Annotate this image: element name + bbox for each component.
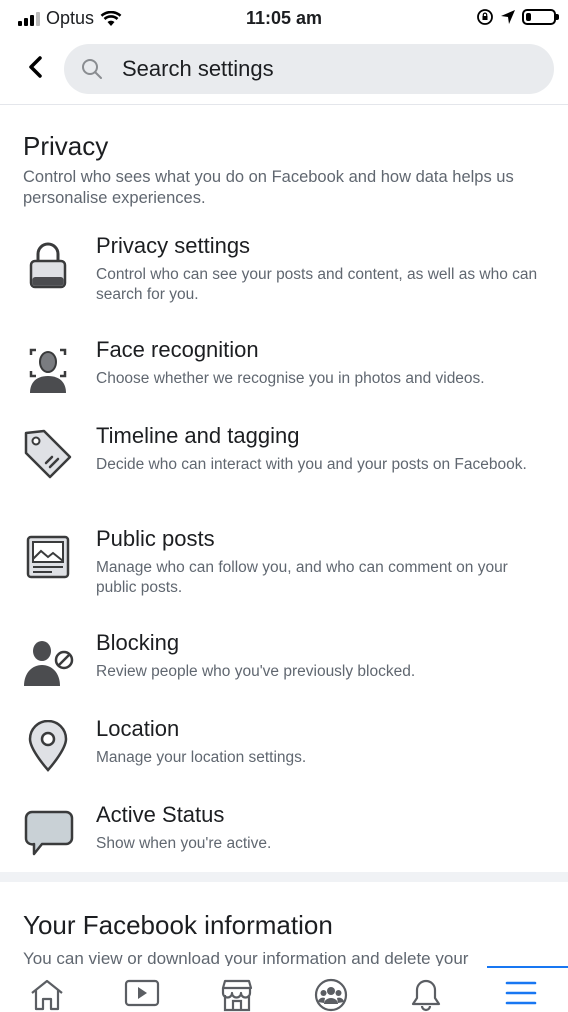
- chat-bubble-icon: [24, 810, 74, 856]
- face-recognition-icon: [29, 348, 67, 393]
- nav-notifications[interactable]: [379, 966, 474, 1012]
- home-icon: [31, 979, 64, 1011]
- settings-item-location[interactable]: Location Manage your location settings.: [0, 716, 568, 776]
- search-bar[interactable]: [64, 44, 554, 94]
- bottom-nav: [0, 966, 568, 1012]
- nav-menu[interactable]: [473, 966, 568, 1010]
- settings-item-public-posts[interactable]: Public posts Manage who can follow you, …: [0, 526, 568, 604]
- item-description: Control who can see your posts and conte…: [96, 266, 538, 303]
- item-title: Face recognition: [96, 337, 259, 362]
- item-description: Manage who can follow you, and who can c…: [96, 559, 508, 596]
- nav-watch[interactable]: [95, 966, 190, 1010]
- item-title: Public posts: [96, 526, 215, 551]
- notifications-icon: [411, 979, 441, 1012]
- section-title-privacy: Privacy: [23, 131, 109, 161]
- settings-item-blocking[interactable]: Blocking Review people who you've previo…: [0, 630, 568, 690]
- chevron-left-icon: [29, 56, 42, 78]
- public-posts-icon: [26, 535, 70, 579]
- menu-icon: [505, 981, 536, 1005]
- watch-icon: [124, 979, 160, 1007]
- battery-icon: [522, 9, 559, 25]
- marketplace-icon: [221, 979, 252, 1012]
- rotation-lock-icon: [477, 9, 493, 25]
- item-description: Manage your location settings.: [96, 749, 307, 766]
- nav-marketplace[interactable]: [189, 966, 284, 1012]
- tag-icon: [24, 429, 72, 479]
- item-title: Active Status: [96, 802, 225, 827]
- section-title-your-facebook-information: Your Facebook information: [23, 910, 333, 940]
- item-description: Review people who you've previously bloc…: [96, 663, 416, 680]
- section-divider: [0, 872, 568, 882]
- item-title: Location: [96, 716, 180, 741]
- settings-item-face-recognition[interactable]: Face recognition Choose whether we recog…: [0, 337, 568, 397]
- status-bar: Optus 11:05 am: [0, 0, 568, 36]
- search-icon: [82, 59, 102, 79]
- lock-icon: [29, 242, 67, 289]
- nav-home[interactable]: [0, 966, 95, 1011]
- back-button[interactable]: [18, 50, 52, 84]
- section-description-privacy: Control who sees what you do on Facebook…: [23, 168, 514, 207]
- location-arrow-icon: [501, 10, 515, 24]
- status-right-group: [476, 8, 559, 26]
- section-description-your-facebook-information: You can view or download your informatio…: [23, 949, 469, 966]
- settings-item-timeline-and-tagging[interactable]: Timeline and tagging Decide who can inte…: [0, 423, 568, 501]
- location-pin-icon: [28, 720, 68, 772]
- item-description: Show when you're active.: [96, 835, 272, 852]
- item-description: Decide who can interact with you and you…: [96, 456, 527, 473]
- item-title: Privacy settings: [96, 233, 251, 258]
- search-input[interactable]: [120, 55, 524, 83]
- nav-groups[interactable]: [284, 966, 379, 1012]
- header: [0, 36, 568, 105]
- item-title: Timeline and tagging: [96, 423, 300, 448]
- settings-item-active-status[interactable]: Active Status Show when you're active.: [0, 802, 568, 862]
- item-description: Choose whether we recognise you in photo…: [96, 370, 485, 387]
- groups-icon: [315, 978, 348, 1012]
- settings-item-privacy-settings[interactable]: Privacy settings Control who can see you…: [0, 233, 568, 311]
- item-title: Blocking: [96, 630, 180, 655]
- blocking-icon: [24, 641, 74, 686]
